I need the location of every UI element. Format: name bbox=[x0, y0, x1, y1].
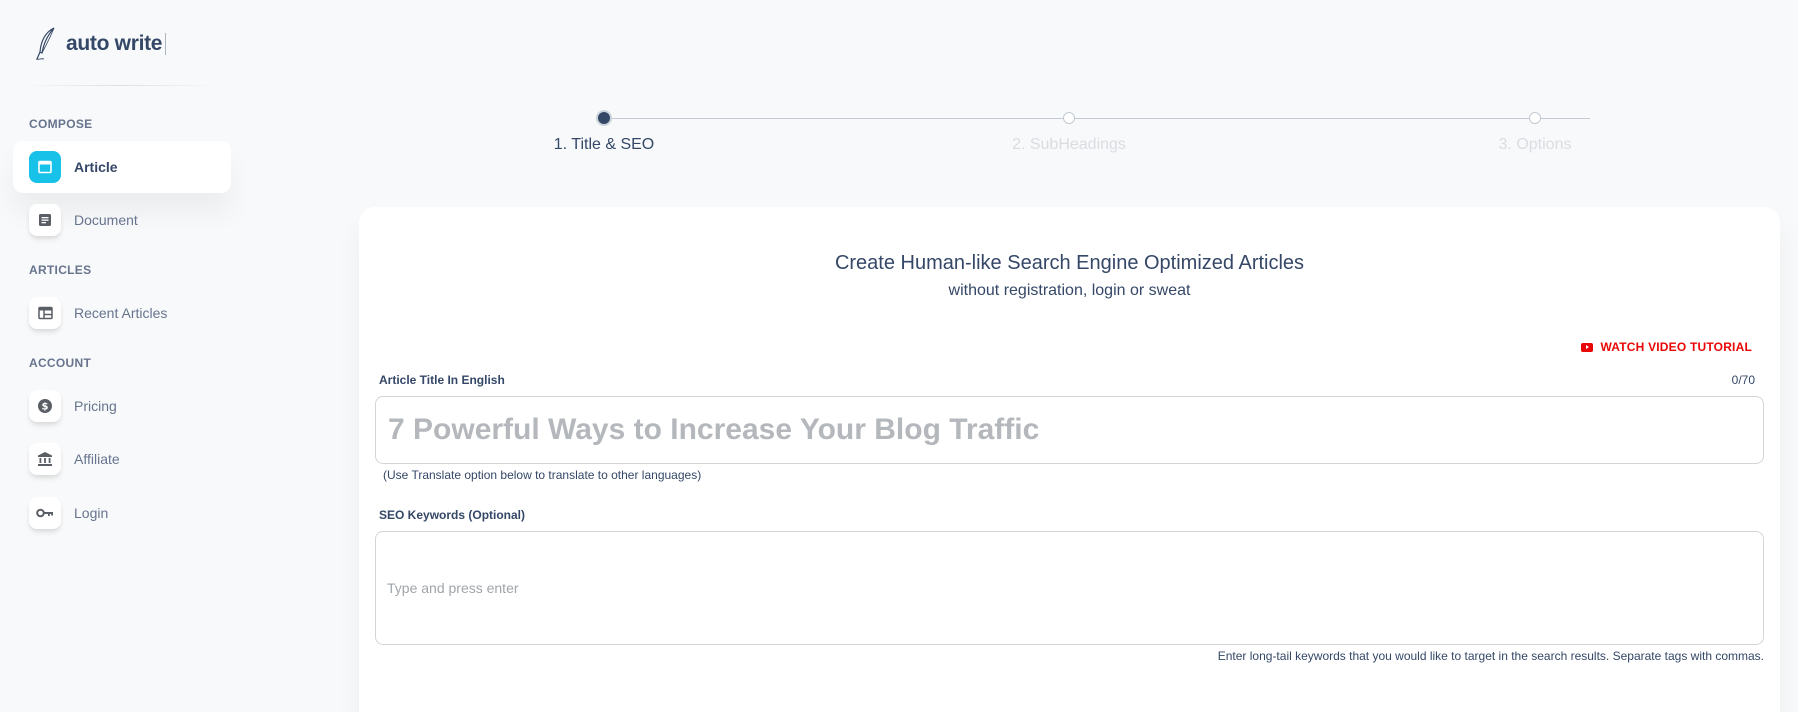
step-dot-1[interactable] bbox=[596, 110, 612, 126]
text-cursor bbox=[165, 33, 167, 55]
step-label-title-seo[interactable]: 1. Title & SEO bbox=[554, 136, 654, 154]
sidebar-item-pricing[interactable]: $ Pricing bbox=[13, 380, 231, 432]
title-char-counter: 0/70 bbox=[1731, 373, 1755, 387]
page-title: Create Human-like Search Engine Optimize… bbox=[834, 252, 1305, 274]
page-subtitle: without registration, login or sweat bbox=[948, 282, 1191, 299]
sidebar-item-document[interactable]: Document bbox=[13, 194, 231, 246]
article-title-label: Article Title In English bbox=[379, 373, 505, 387]
step-label-subheadings[interactable]: 2. SubHeadings bbox=[1012, 136, 1126, 154]
stepper-line bbox=[604, 118, 1590, 119]
dollar-icon: $ bbox=[29, 390, 61, 422]
document-icon bbox=[29, 204, 61, 236]
sidebar-item-article[interactable]: Article bbox=[13, 141, 231, 193]
watch-video-tutorial-link[interactable]: WATCH VIDEO TUTORIAL bbox=[1581, 340, 1752, 354]
sidebar-item-label: Recent Articles bbox=[74, 305, 168, 321]
sidebar-item-affiliate[interactable]: Affiliate bbox=[13, 433, 231, 485]
section-label-account: ACCOUNT bbox=[29, 356, 92, 370]
quill-icon bbox=[35, 27, 55, 60]
section-label-articles: ARTICLES bbox=[29, 263, 92, 277]
seo-keywords-field[interactable] bbox=[375, 531, 1764, 645]
sidebar-item-login[interactable]: Login bbox=[13, 487, 231, 539]
sidebar-item-label: Affiliate bbox=[74, 451, 120, 467]
svg-text:$: $ bbox=[42, 402, 49, 413]
step-dot-3[interactable] bbox=[1529, 112, 1541, 124]
sidebar-item-label: Login bbox=[74, 505, 109, 521]
sidebar-item-label: Pricing bbox=[74, 398, 117, 414]
step-dot-2[interactable] bbox=[1063, 112, 1075, 124]
title-hint: (Use Translate option below to translate… bbox=[383, 468, 702, 482]
sidebar-item-label: Article bbox=[74, 159, 118, 175]
brand-logo[interactable]: auto write bbox=[32, 26, 167, 62]
video-link-label: WATCH VIDEO TUTORIAL bbox=[1600, 340, 1752, 354]
sidebar-item-label: Document bbox=[74, 212, 138, 228]
section-label-compose: COMPOSE bbox=[29, 117, 93, 131]
sidebar-item-recent-articles[interactable]: Recent Articles bbox=[13, 287, 231, 339]
article-title-input[interactable] bbox=[375, 396, 1764, 464]
seo-keywords-input[interactable] bbox=[387, 580, 1752, 596]
youtube-icon bbox=[1581, 342, 1594, 352]
brand-name: auto write bbox=[66, 32, 163, 55]
sidebar: auto write COMPOSE Article Document ARTI… bbox=[0, 0, 240, 712]
progress-stepper: 1. Title & SEO 2. SubHeadings 3. Options bbox=[520, 100, 1590, 160]
table-icon bbox=[29, 297, 61, 329]
seo-keywords-help: Enter long-tail keywords that you would … bbox=[1217, 649, 1764, 663]
key-icon bbox=[29, 497, 61, 529]
bank-icon bbox=[29, 443, 61, 475]
seo-keywords-label: SEO Keywords (Optional) bbox=[379, 508, 526, 522]
window-icon bbox=[29, 151, 61, 183]
article-form-card: Create Human-like Search Engine Optimize… bbox=[359, 207, 1780, 712]
step-label-options[interactable]: 3. Options bbox=[1499, 136, 1572, 154]
sidebar-divider bbox=[20, 85, 220, 86]
